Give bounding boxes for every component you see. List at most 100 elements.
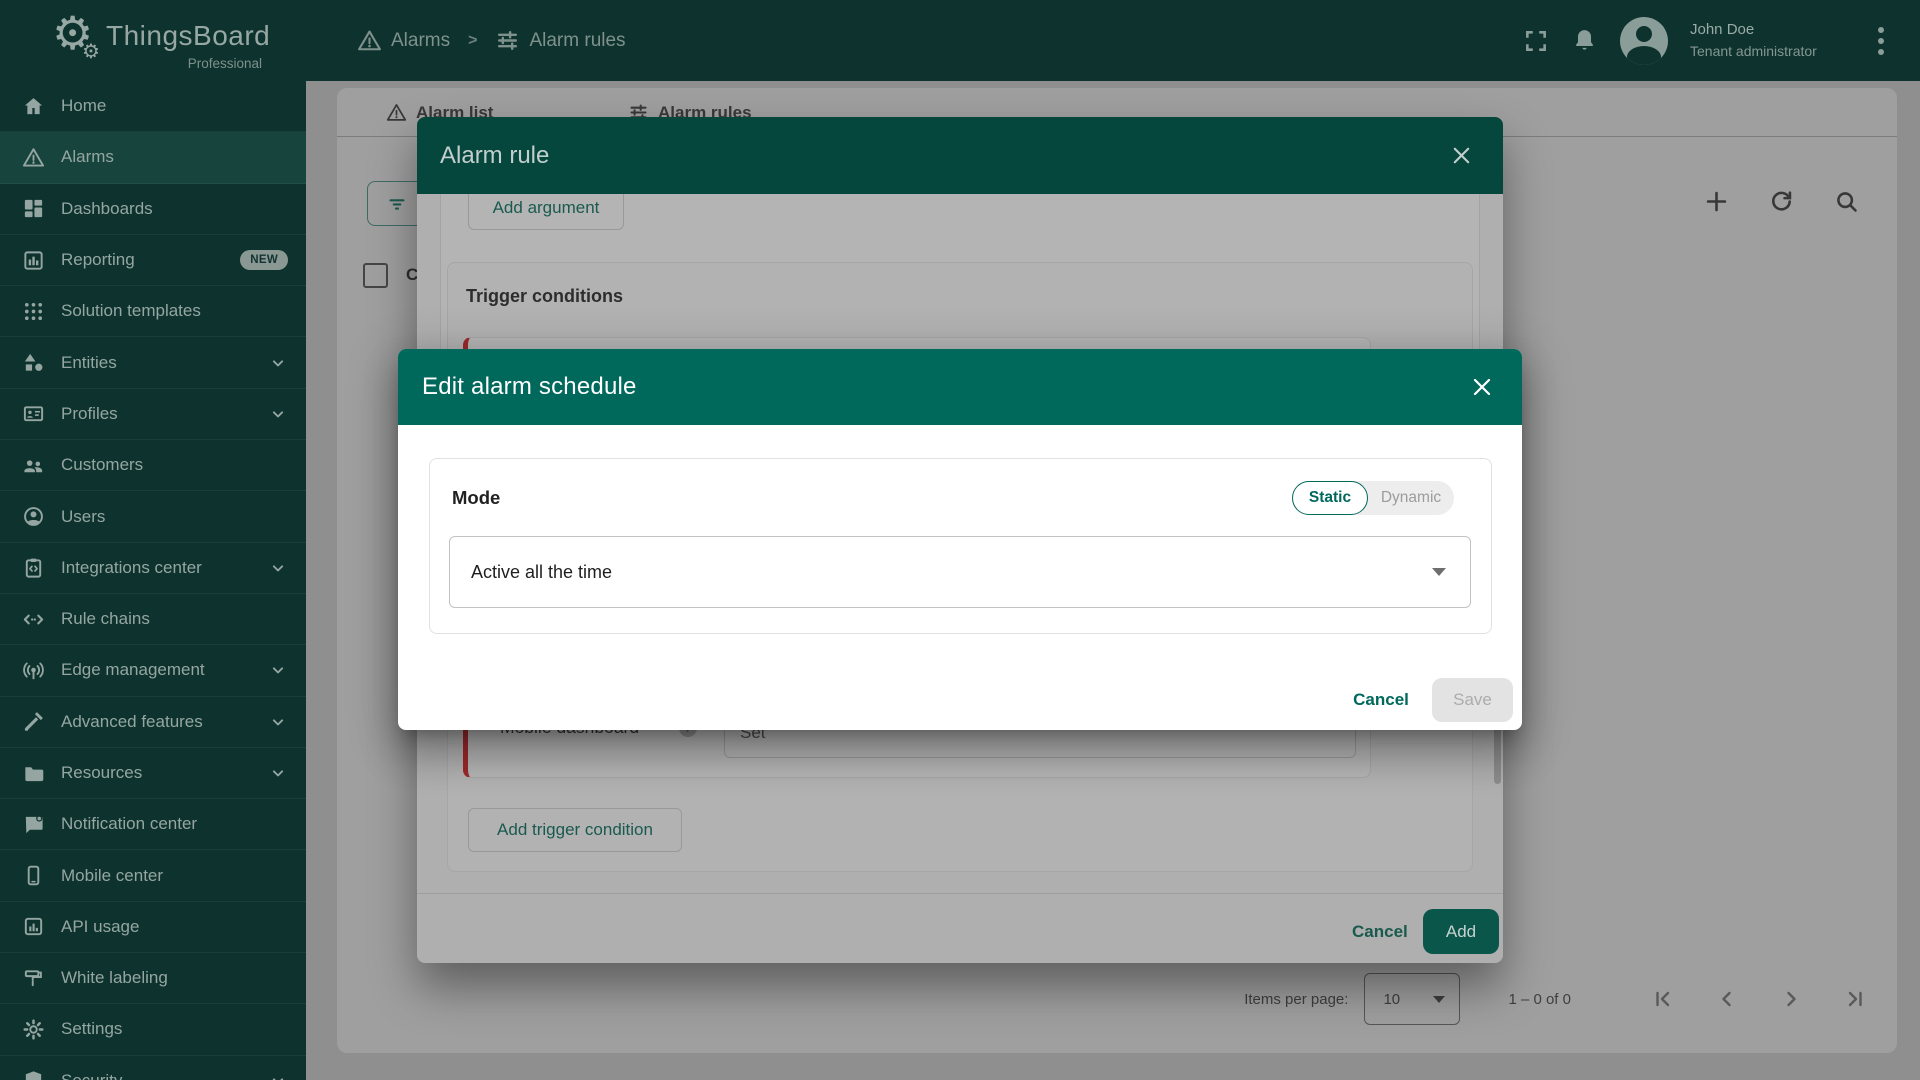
sidebar-item-label: Customers [61, 455, 288, 475]
mobile-center-icon [22, 864, 45, 887]
sidebar-item-home[interactable]: Home [0, 81, 306, 132]
warning-icon [22, 146, 45, 169]
thingsboard-logo[interactable]: ⚙ ⚙ ThingsBoard Professional [44, 8, 304, 78]
user-info[interactable]: John Doe Tenant administrator [1690, 19, 1850, 63]
mode-option-static[interactable]: Static [1292, 481, 1368, 515]
sidebar-item-solution-templates[interactable]: Solution templates [0, 286, 306, 337]
add-icon[interactable] [1703, 188, 1730, 215]
refresh-icon[interactable] [1768, 188, 1795, 215]
schedule-dialog-title: Edit alarm schedule [422, 373, 1470, 401]
dropdown-arrow-icon [1433, 996, 1445, 1003]
thingsboard-app: ⚙ ⚙ ThingsBoard Professional Alarms > Al… [0, 0, 1920, 1080]
chevron-down-icon [268, 763, 288, 783]
warning-icon [357, 28, 382, 53]
chevron-down-icon [268, 660, 288, 680]
schedule-dialog-header: Edit alarm schedule [398, 349, 1522, 425]
rule-chains-icon [22, 608, 45, 631]
schedule-save-button[interactable]: Save [1432, 678, 1513, 722]
sidebar-item-settings[interactable]: Settings [0, 1004, 306, 1055]
sidebar-item-integrations-center[interactable]: Integrations center [0, 543, 306, 594]
profiles-icon [22, 402, 45, 425]
user-role: Tenant administrator [1690, 41, 1850, 62]
sidebar-item-security[interactable]: Security [0, 1056, 306, 1080]
chevron-down-icon [268, 558, 288, 578]
sidebar-item-label: Solution templates [61, 301, 288, 321]
sidebar-item-resources[interactable]: Resources [0, 748, 306, 799]
sidebar-item-advanced-features[interactable]: Advanced features [0, 697, 306, 748]
trigger-conditions-title: Trigger conditions [466, 286, 623, 307]
previous-page-icon[interactable] [1715, 987, 1739, 1011]
breadcrumb-separator: > [462, 32, 483, 50]
logo-edition: Professional [44, 56, 262, 71]
avatar[interactable] [1620, 17, 1668, 65]
sidebar-item-label: Integrations center [61, 558, 268, 578]
close-icon[interactable] [1470, 375, 1494, 399]
schedule-type-select[interactable]: Active all the time [449, 536, 1471, 608]
breadcrumb: Alarms > Alarm rules [357, 0, 626, 81]
page-range-label: 1 – 0 of 0 [1508, 991, 1571, 1008]
page-size-select[interactable]: 10 [1364, 973, 1460, 1025]
sidebar-item-label: Mobile center [61, 866, 288, 886]
settings-icon [22, 1018, 45, 1041]
select-all-checkbox[interactable] [363, 263, 388, 288]
first-page-icon[interactable] [1651, 987, 1675, 1011]
dashboards-icon [22, 197, 45, 220]
home-icon [22, 95, 45, 118]
sidebar-item-mobile-center[interactable]: Mobile center [0, 850, 306, 901]
page-size-value: 10 [1383, 991, 1400, 1008]
close-icon[interactable] [1450, 144, 1473, 167]
sidebar-item-reporting[interactable]: ReportingNEW [0, 235, 306, 286]
more-vert-icon[interactable] [1872, 27, 1884, 55]
sidebar-item-dashboards[interactable]: Dashboards [0, 184, 306, 235]
top-toolbar: ⚙ ⚙ ThingsBoard Professional Alarms > Al… [0, 0, 1920, 81]
sidebar-item-notification-center[interactable]: Notification center [0, 799, 306, 850]
edit-alarm-schedule-dialog: Edit alarm schedule Mode Static Dynamic … [398, 349, 1522, 730]
items-per-page-label: Items per page: [1244, 991, 1348, 1008]
sidebar-item-label: Rule chains [61, 609, 288, 629]
tune-icon [495, 28, 520, 53]
sidebar-item-label: Notification center [61, 814, 288, 834]
mode-label: Mode [452, 487, 500, 509]
sidebar-item-white-labeling[interactable]: White labeling [0, 953, 306, 1004]
sidebar-item-edge-management[interactable]: Edge management [0, 645, 306, 696]
schedule-type-value: Active all the time [471, 562, 1432, 583]
alarm-rule-dialog-title: Alarm rule [440, 142, 1450, 170]
sidebar-item-entities[interactable]: Entities [0, 337, 306, 388]
fullscreen-icon[interactable] [1523, 28, 1549, 54]
next-page-icon[interactable] [1779, 987, 1803, 1011]
search-icon[interactable] [1833, 188, 1860, 215]
table-actions [1703, 188, 1860, 215]
sidebar-item-label: API usage [61, 917, 288, 937]
chevron-down-icon [268, 712, 288, 732]
sidebar-item-api-usage[interactable]: API usage [0, 902, 306, 953]
breadcrumb-alarm-rules[interactable]: Alarm rules [495, 28, 625, 53]
notifications-bell-icon[interactable] [1571, 27, 1598, 54]
sidebar-item-label: Resources [61, 763, 268, 783]
notification-center-icon [22, 813, 45, 836]
sidebar-item-profiles[interactable]: Profiles [0, 389, 306, 440]
last-page-icon[interactable] [1843, 987, 1867, 1011]
mode-toggle: Static Dynamic [1292, 481, 1454, 515]
security-icon [22, 1069, 45, 1080]
person-body-icon [1627, 46, 1661, 65]
sidebar-item-customers[interactable]: Customers [0, 440, 306, 491]
advanced-features-icon [22, 710, 45, 733]
sidebar-item-users[interactable]: Users [0, 491, 306, 542]
sidebar-item-label: Security [61, 1071, 268, 1080]
breadcrumb-alarms[interactable]: Alarms [357, 28, 450, 53]
sidebar-item-label: Edge management [61, 660, 268, 680]
solution-templates-icon [22, 300, 45, 323]
sidebar-item-alarms[interactable]: Alarms [0, 132, 306, 183]
sidebar-item-label: Users [61, 507, 288, 527]
breadcrumb-label: Alarms [391, 30, 450, 52]
chevron-down-icon [268, 404, 288, 424]
mode-option-dynamic[interactable]: Dynamic [1368, 489, 1454, 507]
edge-management-icon [22, 659, 45, 682]
user-name: John Doe [1690, 19, 1850, 42]
schedule-cancel-button[interactable]: Cancel [1350, 690, 1412, 710]
sidebar-item-rule-chains[interactable]: Rule chains [0, 594, 306, 645]
sidebar-item-label: Dashboards [61, 199, 288, 219]
alarm-rule-dialog-header: Alarm rule [417, 117, 1503, 194]
add-trigger-condition-button[interactable]: Add trigger condition [468, 808, 682, 852]
new-badge: NEW [240, 250, 288, 270]
